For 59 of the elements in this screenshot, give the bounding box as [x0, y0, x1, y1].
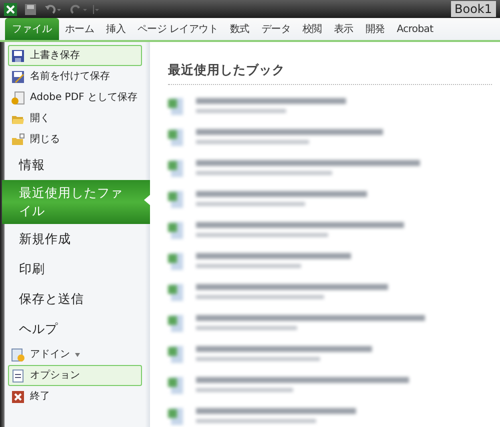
- blurred-file-name[interactable]: [196, 160, 420, 175]
- menu-command[interactable]: 閉じる: [8, 129, 142, 150]
- customize-icon[interactable]: [92, 4, 100, 14]
- pdf-document-icon: [11, 90, 25, 104]
- ribbon-tab[interactable]: 挿入: [100, 18, 132, 40]
- menu-section[interactable]: 情報: [2, 150, 150, 180]
- menu-command[interactable]: オプション: [8, 365, 142, 386]
- ribbon-tab[interactable]: Acrobat: [390, 18, 440, 40]
- spreadsheet-file-icon: [168, 406, 184, 426]
- blurred-file-name[interactable]: [196, 408, 356, 423]
- blurred-file-name[interactable]: [196, 191, 367, 206]
- blurred-file-name[interactable]: [196, 377, 409, 392]
- menu-section[interactable]: 印刷: [2, 254, 150, 284]
- ribbon-tab[interactable]: 校閲: [296, 18, 328, 40]
- spreadsheet-file-icon: [168, 312, 184, 332]
- ribbon-tab[interactable]: 開発: [359, 18, 391, 40]
- menu-section[interactable]: 新規作成: [2, 224, 150, 254]
- menu-command[interactable]: 開く: [8, 108, 142, 129]
- spreadsheet-file-icon: [168, 374, 184, 394]
- close-icon: [11, 390, 25, 404]
- redo-icon[interactable]: [70, 4, 88, 14]
- menu-command[interactable]: Adobe PDF として保存: [8, 87, 142, 108]
- blurred-file-name[interactable]: [196, 253, 351, 268]
- menu-command[interactable]: 終了: [8, 386, 142, 407]
- ribbon-tab[interactable]: ホーム: [59, 18, 100, 40]
- spreadsheet-file-icon: [168, 188, 184, 208]
- menu-command[interactable]: 上書き保存: [8, 45, 142, 66]
- spreadsheet-file-icon: [168, 282, 184, 302]
- pointer-icon: [144, 194, 151, 206]
- ribbon-tab[interactable]: ファイル: [5, 18, 59, 40]
- floppy-pencil-icon: [11, 70, 25, 84]
- spreadsheet-file-icon: [168, 220, 184, 240]
- blurred-file-name[interactable]: [196, 315, 425, 330]
- folder-icon: [11, 132, 25, 146]
- spreadsheet-file-icon: [168, 250, 184, 270]
- spreadsheet-logo-icon: [4, 2, 17, 16]
- blurred-file-name[interactable]: [196, 222, 404, 237]
- caret-icon: [75, 352, 80, 356]
- spreadsheet-file-icon: [168, 344, 184, 364]
- undo-icon[interactable]: [44, 4, 62, 14]
- blurred-file-name[interactable]: [196, 98, 346, 113]
- menu-section[interactable]: ヘルプ: [2, 314, 150, 344]
- blurred-file-name[interactable]: [196, 129, 383, 144]
- blurred-file-name[interactable]: [196, 346, 372, 361]
- ribbon-tab[interactable]: データ: [255, 18, 297, 40]
- ribbon-tab[interactable]: 表示: [328, 18, 360, 40]
- section-heading: 最近使用したブック: [168, 62, 286, 78]
- blurred-file-name[interactable]: [196, 284, 388, 299]
- menu-command[interactable]: 名前を付けて保存: [8, 66, 142, 87]
- window-title: Book1: [450, 1, 496, 17]
- ribbon-tab[interactable]: ページ レイアウト: [132, 18, 224, 40]
- add-in-icon: [11, 348, 25, 362]
- menu-section[interactable]: 保存と送信: [2, 284, 150, 314]
- document-icon: [11, 368, 25, 382]
- spreadsheet-file-icon: [168, 158, 184, 178]
- spreadsheet-file-icon: [168, 126, 184, 146]
- menu-command[interactable]: アドイン: [8, 344, 142, 365]
- spreadsheet-file-icon: [168, 96, 184, 116]
- ribbon-tab[interactable]: 数式: [224, 18, 256, 40]
